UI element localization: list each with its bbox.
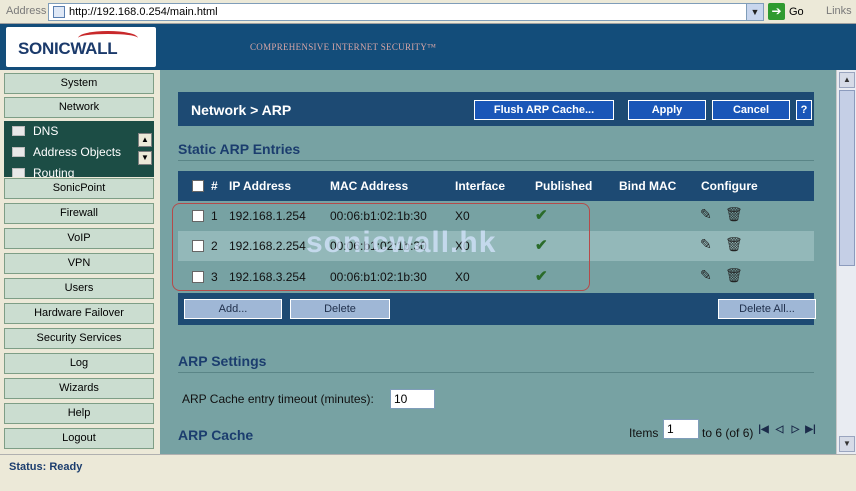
address-input[interactable]: http://192.168.0.254/main.html	[48, 3, 764, 21]
col-num: #	[211, 179, 218, 193]
address-label: Address	[6, 5, 47, 17]
trash-icon[interactable]: 🗑	[725, 236, 743, 254]
submenu-label: DNS	[33, 124, 59, 138]
static-arp-section-title: Static ARP Entries	[178, 141, 301, 157]
submenu-item-dns[interactable]: DNS	[12, 124, 58, 138]
main-content: Network > ARP Flush ARP Cache... Apply C…	[160, 70, 836, 454]
sidebar-item-firewall[interactable]: Firewall	[4, 203, 154, 224]
go-button[interactable]: ➔ Go	[768, 3, 818, 21]
arp-timeout-label: ARP Cache entry timeout (minutes):	[182, 392, 374, 406]
scroll-up-icon[interactable]: ▲	[839, 72, 855, 88]
help-button[interactable]: ?	[796, 100, 812, 120]
sidebar-item-security-services[interactable]: Security Services	[4, 328, 154, 349]
col-published: Published	[535, 179, 593, 193]
status-text: Status: Ready	[9, 461, 83, 473]
sidebar-item-help[interactable]: Help	[4, 403, 154, 424]
header-tagline: COMPREHENSIVE INTERNET SECURITY™	[250, 42, 437, 52]
col-bind-mac: Bind MAC	[619, 179, 677, 193]
section-divider	[178, 372, 814, 373]
sidebar-item-log[interactable]: Log	[4, 353, 154, 374]
folder-icon	[12, 168, 25, 177]
edit-icon[interactable]: ✎	[700, 236, 718, 254]
sidebar-item-wizards[interactable]: Wizards	[4, 378, 154, 399]
static-arp-table-header: # IP Address MAC Address Interface Publi…	[178, 171, 814, 201]
first-page-icon[interactable]: |◀	[758, 424, 769, 436]
col-configure: Configure	[701, 179, 758, 193]
select-all-checkbox[interactable]	[192, 180, 204, 192]
network-submenu: DNS Address Objects Routing ▲ ▼	[4, 121, 154, 177]
flush-arp-cache-button[interactable]: Flush ARP Cache...	[474, 100, 614, 120]
folder-icon	[12, 147, 25, 157]
scroll-down-icon[interactable]: ▼	[138, 151, 152, 165]
submenu-label: Address Objects	[33, 145, 122, 159]
address-bar: Address http://192.168.0.254/main.html ▼…	[0, 0, 856, 24]
sidebar: System Network DNS Address Objects Routi…	[0, 70, 160, 454]
last-page-icon[interactable]: ▶|	[805, 424, 816, 436]
submenu-item-address-objects[interactable]: Address Objects	[12, 145, 121, 159]
sidebar-item-vpn[interactable]: VPN	[4, 253, 154, 274]
sonicwall-logo: SONICWALL	[6, 27, 156, 67]
apply-button[interactable]: Apply	[628, 100, 706, 120]
status-bar: Status: Ready	[0, 454, 856, 491]
trash-icon[interactable]: 🗑	[725, 267, 743, 285]
items-label: Items	[629, 426, 659, 440]
vertical-scrollbar[interactable]: ▲ ▼	[836, 70, 856, 454]
watermark: sonicwall.hk	[306, 226, 497, 259]
items-range: to 6 (of 6)	[702, 426, 754, 440]
page-header: Network > ARP Flush ARP Cache... Apply C…	[178, 92, 814, 126]
sidebar-item-sonicpoint[interactable]: SonicPoint	[4, 178, 154, 199]
next-page-icon[interactable]: ▷	[790, 424, 801, 436]
arp-settings-section-title: ARP Settings	[178, 353, 267, 369]
go-arrow-icon: ➔	[768, 3, 785, 20]
submenu-item-routing[interactable]: Routing	[12, 166, 74, 177]
delete-all-button[interactable]: Delete All...	[718, 299, 816, 319]
col-interface: Interface	[455, 179, 506, 193]
sidebar-item-network[interactable]: Network	[4, 97, 154, 118]
delete-button[interactable]: Delete	[290, 299, 390, 319]
arp-cache-section-title: ARP Cache	[178, 427, 254, 443]
col-ip-address: IP Address	[229, 179, 292, 193]
submenu-label: Routing	[33, 166, 75, 177]
sidebar-item-logout[interactable]: Logout	[4, 428, 154, 449]
links-label[interactable]: Links	[826, 5, 852, 17]
col-mac-address: MAC Address	[330, 179, 409, 193]
page-icon	[53, 6, 65, 18]
edit-icon[interactable]: ✎	[700, 267, 718, 285]
scroll-down-icon[interactable]: ▼	[839, 436, 855, 452]
sidebar-item-hardware-failover[interactable]: Hardware Failover	[4, 303, 154, 324]
add-button[interactable]: Add...	[184, 299, 282, 319]
edit-icon[interactable]: ✎	[700, 206, 718, 224]
sidebar-item-system[interactable]: System	[4, 73, 154, 94]
section-divider	[178, 160, 814, 161]
sidebar-item-users[interactable]: Users	[4, 278, 154, 299]
static-arp-actions: Add... Delete Delete All...	[178, 293, 816, 325]
cancel-button[interactable]: Cancel	[712, 100, 790, 120]
address-url: http://192.168.0.254/main.html	[69, 6, 218, 18]
go-label: Go	[789, 5, 804, 18]
trash-icon[interactable]: 🗑	[725, 206, 743, 224]
prev-page-icon[interactable]: ◁	[774, 424, 785, 436]
sidebar-item-voip[interactable]: VoIP	[4, 228, 154, 249]
scroll-up-icon[interactable]: ▲	[138, 133, 152, 147]
folder-icon	[12, 126, 25, 136]
logo-text: SONICWALL	[18, 39, 118, 58]
arp-timeout-input[interactable]: 10	[390, 389, 435, 409]
address-dropdown-icon[interactable]: ▼	[746, 3, 764, 21]
items-page-input[interactable]: 1	[663, 419, 699, 439]
header-banner: SONICWALL COMPREHENSIVE INTERNET SECURIT…	[0, 24, 856, 70]
page-title: Network > ARP	[191, 102, 292, 118]
scroll-thumb[interactable]	[839, 90, 855, 266]
